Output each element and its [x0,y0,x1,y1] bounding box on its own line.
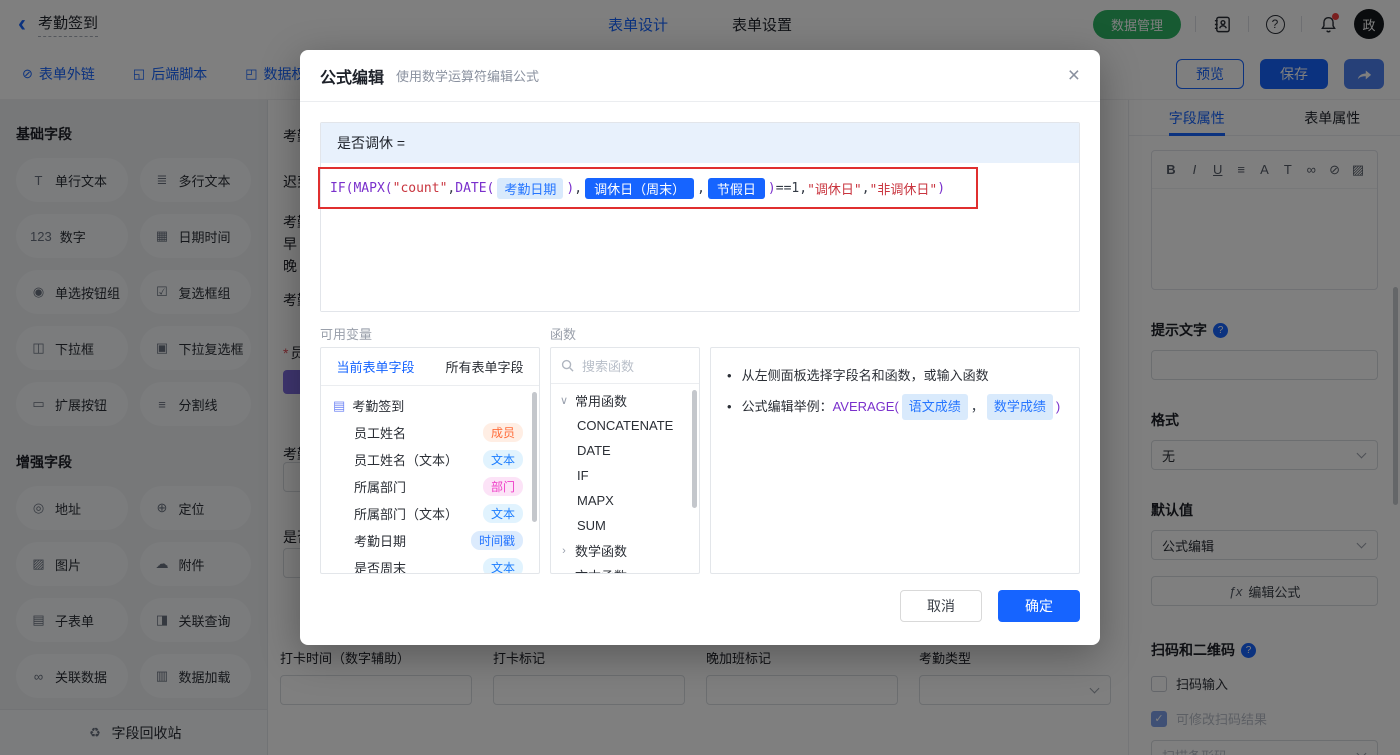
formula-field-chip-selected[interactable]: 调休日（周末） [585,177,695,199]
type-badge: 时间戳 [470,531,523,550]
example-token: ) [1055,399,1061,414]
help-example: • 公式编辑举例： AVERAGE(语文成绩，数学成绩) [727,394,1063,420]
variable-item-所属部门[interactable]: 所属部门 部门 [321,473,539,500]
function-group-数学函数[interactable]: › 数学函数 [551,538,699,563]
formula-token: , [447,180,456,196]
type-badge: 成员 [482,423,523,442]
variables-box: 当前表单字段 所有表单字段 ▤ 考勤签到 员工姓名 成员 员工姓名（文本） 文本 所属部门部… [320,347,540,574]
function-item-DATE[interactable]: DATE [551,438,699,463]
example-field-chip: 语文成绩 [901,394,968,420]
modal-subtitle: 使用数学运算符编辑公式 [396,69,540,84]
function-item-MAPX[interactable]: MAPX [551,488,699,513]
formula-field-chip[interactable]: 考勤日期 [497,177,564,199]
formula-token: ) [767,180,776,196]
modal-title: 公式编辑 [320,69,385,87]
function-item-CONCATENATE[interactable]: CONCATENATE [551,413,699,438]
formula-box: 是否调休 = IF(MAPX("count", DATE(考勤日期), 调休日（周末… [318,122,1080,312]
variable-item-所属部门（文本）[interactable]: 所属部门（文本） 文本 [321,500,539,527]
variable-label: 是否周末 [354,561,407,574]
variable-label: 所属部门 [354,480,407,495]
annotation-highlight: IF(MAPX("count", DATE(考勤日期), 调休日（周末）, 节假日) =… [318,167,978,209]
modal-footer: 取消 确定 [320,590,1080,622]
formula-token: ==1, [775,180,808,196]
example-token: ， [970,399,984,414]
formula-target: 是否调休 = [321,123,1079,163]
modal-header: 公式编辑 使用数学运算符编辑公式 × [300,50,1100,102]
function-group-常用函数[interactable]: ∨ 常用函数 [551,388,699,413]
variable-tree-root[interactable]: ▤ 考勤签到 [321,392,539,419]
function-group-文本函数[interactable]: › 文本函数 [551,563,699,574]
function-group-label: 数学函数 [575,544,628,559]
type-badge: 部门 [482,477,523,496]
variable-item-员工姓名（文本）[interactable]: 员工姓名（文本） 文本 [321,446,539,473]
formula-token: "调休日" [807,182,862,198]
variables-column: 可用变量 当前表单字段 所有表单字段 ▤ 考勤签到员工姓名 成员员工姓名（文本） 文本… [320,324,540,574]
variable-label: 所属部门（文本） [354,507,459,522]
function-item-SUM[interactable]: SUM [551,513,699,538]
scrollbar-thumb[interactable] [532,392,537,522]
formula-expression[interactable]: IF(MAPX("count", DATE(考勤日期), 调休日（周末）, 节假日) =… [330,177,946,199]
scrollbar-thumb[interactable] [692,390,697,508]
functions-column: 函数 搜索函数 ∨ 常用函数 CONCATENATE DATE IF MAPX SUM › 数学… [550,324,700,574]
close-icon[interactable]: × [1068,65,1080,86]
variable-root-label: 考勤签到 [352,399,405,414]
chevron-down-icon: ∨ [559,395,569,407]
function-group-label: 文本函数 [575,566,627,573]
formula-token: "count" [392,180,448,196]
confirm-button[interactable]: 确定 [998,590,1080,622]
formula-token: ) [937,180,946,196]
formula-token: MAPX( [353,180,393,196]
variable-label: 员工姓名（文本） [354,453,459,468]
formula-token: , [697,180,705,196]
help-box: • 从左侧面板选择字段名和函数，或输入函数 • 公式编辑举例： AVERAGE(语… [710,347,1080,574]
type-badge: 文本 [482,450,523,469]
formula-editor-area[interactable]: IF(MAPX("count", DATE(考勤日期), 调休日（周末）, 节假日) =… [318,163,1079,311]
example-field-chip: 数学成绩 [986,394,1053,420]
variable-label: 员工姓名 [354,426,407,441]
variable-label: 考勤日期 [354,534,407,549]
variables-tree: ▤ 考勤签到 员工姓名 成员 员工姓名（文本） 文本 所属部门 部门 所属部门（文本） 文本 考勤日… [321,386,539,574]
functions-box: 搜索函数 ∨常用函数CONCATENATEDATEIFMAPXSUM›数学函数›… [550,347,700,574]
function-group-label: 常用函数 [575,394,628,409]
formula-token: "非调休日" [869,182,938,198]
chevron-right-icon: › [562,544,566,557]
example-token: AVERAGE( [832,399,899,414]
variable-item-是否周末[interactable]: 是否周末 文本 [321,554,539,574]
formula-editor-modal: 公式编辑 使用数学运算符编辑公式 × 是否调休 = IF(MAPX("count… [300,50,1100,645]
cancel-button[interactable]: 取消 [900,590,982,622]
type-badge: 文本 [482,558,523,573]
help-tip: • 从左侧面板选择字段名和函数，或输入函数 [727,368,989,383]
tab-all-form-fields[interactable]: 所有表单字段 [430,348,539,385]
formula-token: DATE( [455,180,495,196]
tab-current-form-fields[interactable]: 当前表单字段 [321,348,430,385]
functions-tree: ∨ 常用函数 CONCATENATEDATEIFMAPXSUM › 数学函数 › 文本函数 [551,384,699,574]
function-search-input[interactable]: 搜索函数 [551,348,699,384]
variables-tabs: 当前表单字段 所有表单字段 [321,348,539,386]
formula-token: IF( [330,180,354,196]
search-icon [561,359,574,372]
help-column: • 从左侧面板选择字段名和函数，或输入函数 • 公式编辑举例： AVERAGE(语… [710,324,1080,574]
variables-label: 可用变量 [320,327,373,342]
functions-label: 函数 [550,327,577,342]
formula-field-chip-selected[interactable]: 节假日 [707,177,765,199]
formula-token: ) [566,180,575,196]
type-badge: 文本 [482,504,523,523]
variable-item-考勤日期[interactable]: 考勤日期 时间戳 [321,527,539,554]
formula-token: , [861,180,870,196]
chevron-right-icon: › [559,570,569,574]
function-item-IF[interactable]: IF [551,463,699,488]
form-doc-icon: ▤ [333,397,346,413]
formula-token: , [574,180,583,196]
variable-item-员工姓名[interactable]: 员工姓名 成员 [321,419,539,446]
